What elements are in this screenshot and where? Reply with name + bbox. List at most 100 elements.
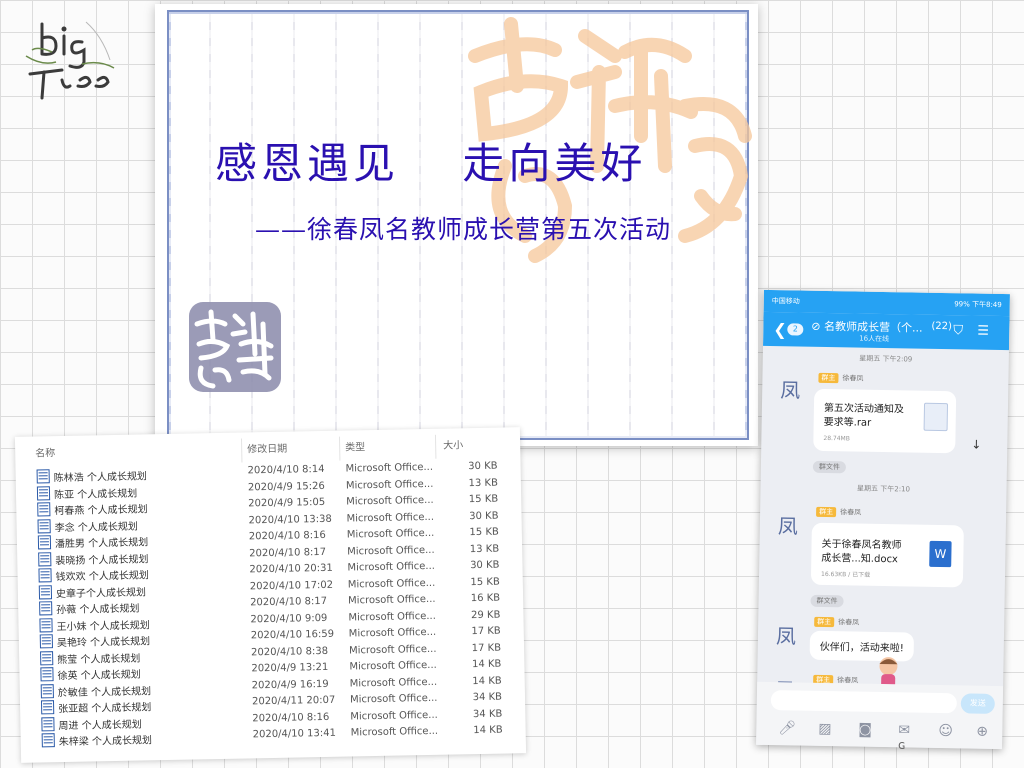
file-type: Microsoft Office... <box>347 577 436 591</box>
word-document-icon <box>39 617 53 632</box>
file-name: 裴晓扬 个人成长规划 <box>55 553 149 567</box>
word-document-icon <box>39 634 53 649</box>
slide-title: 感恩遇见 走向美好 <box>215 139 647 188</box>
word-document-icon <box>40 700 55 715</box>
file-date: 2020/4/10 8:17 <box>249 546 327 559</box>
word-document-icon <box>37 502 51 517</box>
group-file-tag: 群文件 <box>810 594 844 608</box>
word-document-icon <box>37 535 52 550</box>
file-date: 2020/4/10 16:59 <box>250 628 335 642</box>
group-shield-icon[interactable]: ⛉ <box>953 323 963 338</box>
rank-badge: 群主 <box>816 506 837 518</box>
column-header-name[interactable]: 名称 <box>35 444 55 459</box>
column-header-size[interactable]: 大小 <box>443 436 463 451</box>
file-name: 王小妹 个人成长规划 <box>56 619 150 633</box>
file-explorer-list: 名称 修改日期 类型 大小 陈林浩 个人成长规划 2020/4/10 8:14 Mi… <box>14 427 527 763</box>
file-size: 30 KB <box>470 559 500 572</box>
sender-name: 徐春凤 <box>840 508 862 517</box>
member-count: (22) <box>931 320 953 333</box>
send-button[interactable]: 发送 <box>960 693 995 714</box>
file-type: Microsoft Office... <box>345 478 434 492</box>
file-size: 14 KB <box>471 658 502 671</box>
file-name: 李念 个人成长规划 <box>54 521 138 534</box>
file-size: 15 KB <box>470 576 500 588</box>
word-file-icon: W <box>929 540 952 568</box>
qq-group-chat-screenshot: 中国移动 99% 下午8:49 ❮ 2 ⊘ 名教师成长营（个... (22) 1… <box>756 289 1010 750</box>
file-name: 周进 个人成长规划 <box>58 718 142 732</box>
word-document-icon <box>36 485 51 500</box>
file-size: 16.63KB / 已下载 <box>820 570 871 579</box>
file-type: Microsoft Office... <box>349 676 438 689</box>
file-size: 28.74MB <box>823 434 850 443</box>
avatar[interactable]: 凤 <box>776 620 796 648</box>
sender-name: 徐春凤 <box>842 374 864 383</box>
emoji-icon[interactable]: ☺ <box>938 723 953 739</box>
file-size: 14 KB <box>473 724 503 737</box>
file-size: 17 KB <box>471 642 502 654</box>
big-tree-logo <box>25 21 115 100</box>
avatar[interactable]: 凤 <box>778 510 798 538</box>
file-date: 2020/4/10 13:38 <box>248 513 332 526</box>
sender-label: 群主 徐春凤 <box>814 616 859 628</box>
file-name: 於敏佳 个人成长规划 <box>57 685 152 699</box>
file-date: 2020/4/10 8:16 <box>252 711 330 724</box>
back-arrow-icon[interactable]: ❮ <box>773 320 787 339</box>
file-name: 史章子个人成长规划 <box>55 586 147 600</box>
file-date: 2020/4/9 15:05 <box>248 496 326 510</box>
download-icon[interactable]: ↓ <box>971 438 981 452</box>
chat-header: ❮ 2 ⊘ 名教师成长营（个... (22) 16人在线 ⛉ ☰ <box>763 311 1010 351</box>
file-name: 徐英 个人成长规划 <box>57 669 141 683</box>
file-type: Microsoft Office... <box>348 593 436 607</box>
file-date: 2020/4/10 20:31 <box>249 562 333 576</box>
file-size: 34 KB <box>472 708 503 720</box>
camera-icon[interactable]: ◙ <box>858 722 872 738</box>
file-name: 熊莹 个人成长规划 <box>57 653 141 666</box>
file-message-rar[interactable]: 第五次活动通知及 要求等.rar 28.74MB <box>813 388 957 454</box>
image-icon[interactable]: ▨ <box>818 721 832 737</box>
file-name: 柯春燕 个人成长规划 <box>54 504 148 518</box>
unread-badge: 2 <box>787 323 804 336</box>
plus-icon[interactable]: ⊕ <box>976 724 988 740</box>
file-size: 13 KB <box>469 543 500 555</box>
file-name: 钱欢欢 个人成长规划 <box>55 570 149 584</box>
file-date: 2020/4/9 13:21 <box>251 661 329 675</box>
word-document-icon <box>40 683 54 698</box>
file-date: 2020/4/11 20:07 <box>251 694 336 708</box>
file-date: 2020/4/10 8:16 <box>248 529 326 543</box>
file-date: 2020/4/10 8:17 <box>250 595 328 609</box>
word-document-icon <box>41 716 55 731</box>
file-type: Microsoft Office... <box>346 511 435 525</box>
file-type: Microsoft Office... <box>347 560 436 574</box>
file-type: Microsoft Office... <box>346 527 435 541</box>
file-type: Microsoft Office... <box>345 461 434 475</box>
message-input[interactable] <box>770 690 957 714</box>
red-packet-icon[interactable]: ✉ <box>898 722 910 738</box>
slide-card: 感恩遇见 走向美好 ——徐春凤名教师成长营第五次活动 <box>155 4 758 446</box>
file-message-docx[interactable]: 关于徐春凤名教师 成长营...知.docx 16.63KB / 已下载 W <box>810 522 964 588</box>
sender-label: 群主 徐春凤 <box>818 372 864 384</box>
timestamp: 星期五 下午2:09 <box>859 354 913 364</box>
file-size: 30 KB <box>468 460 498 473</box>
rank-badge: 群主 <box>814 616 835 628</box>
column-header-type[interactable]: 类型 <box>345 438 365 453</box>
mic-icon[interactable]: 🎤︎ <box>778 720 796 736</box>
word-document-icon <box>40 650 54 665</box>
rank-badge: 群主 <box>818 372 839 384</box>
word-document-icon <box>38 584 53 599</box>
file-type: Microsoft Office... <box>346 494 434 508</box>
archive-file-icon <box>923 402 949 432</box>
file-size: 16 KB <box>470 592 501 605</box>
file-size: 15 KB <box>469 526 499 539</box>
sender-label: 群主 徐春凤 <box>816 506 862 518</box>
word-document-icon <box>36 469 50 484</box>
file-date: 2020/4/10 9:09 <box>250 612 328 625</box>
avatar[interactable]: 凤 <box>780 374 800 402</box>
file-name: 潘胜男 个人成长规划 <box>54 537 149 551</box>
file-type: Microsoft Office... <box>350 709 438 722</box>
word-document-icon <box>37 518 51 533</box>
file-date: 2020/4/9 15:26 <box>247 480 325 493</box>
menu-icon[interactable]: ☰ <box>977 324 989 339</box>
column-header-date[interactable]: 修改日期 <box>247 440 287 456</box>
file-size: 17 KB <box>471 625 501 638</box>
word-document-icon <box>40 667 54 682</box>
